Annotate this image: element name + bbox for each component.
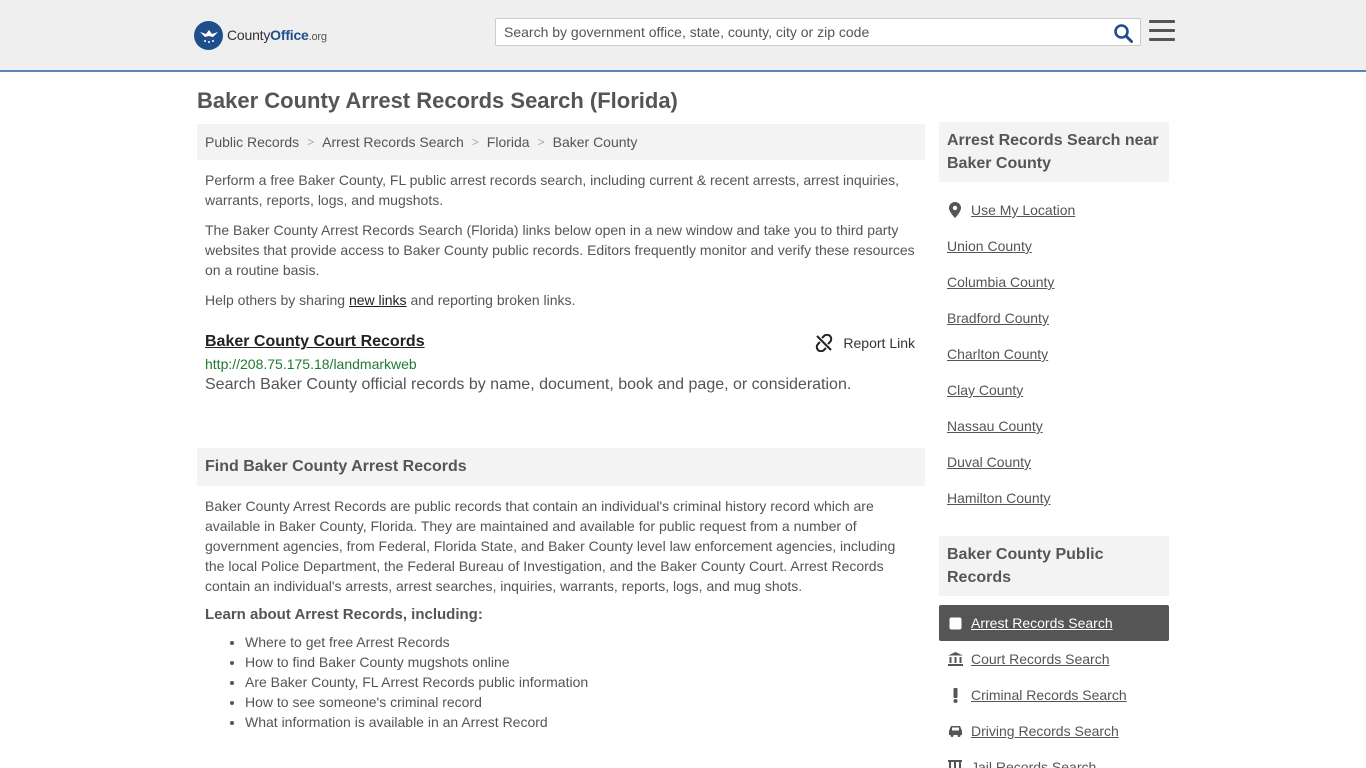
nearby-county-link[interactable]: Hamilton County — [947, 490, 1051, 506]
breadcrumb: Public Records > Arrest Records Search >… — [197, 124, 925, 160]
page-title: Baker County Arrest Records Search (Flor… — [197, 88, 678, 113]
list-item: Are Baker County, FL Arrest Records publ… — [245, 672, 925, 692]
nearby-county-item: Columbia County — [939, 264, 1169, 300]
breadcrumb-arrest-records-search[interactable]: Arrest Records Search — [322, 134, 464, 150]
nearby-county-link[interactable]: Union County — [947, 238, 1032, 254]
site-logo[interactable]: CountyOffice.org — [194, 20, 327, 50]
result-description: Search Baker County official records by … — [205, 376, 852, 393]
disclaimer-paragraph: The Baker County Arrest Records Search (… — [205, 222, 915, 278]
exclamation-icon — [947, 687, 963, 703]
nearby-county-item: Hamilton County — [939, 480, 1169, 516]
nearby-county-item: Charlton County — [939, 336, 1169, 372]
public-records-list: Arrest Records Search Court Records Sear… — [939, 605, 1169, 768]
nearby-county-item: Clay County — [939, 372, 1169, 408]
sidebar: Arrest Records Search near Baker County … — [939, 122, 1169, 768]
sidebar-item-label[interactable]: Court Records Search — [971, 651, 1110, 667]
sidebar-item-label[interactable]: Arrest Records Search — [971, 615, 1113, 631]
breadcrumb-florida[interactable]: Florida — [487, 134, 530, 150]
share-paragraph: Help others by sharing new links and rep… — [205, 292, 576, 308]
broken-link-icon — [816, 334, 833, 352]
find-section-heading: Find Baker County Arrest Records — [197, 448, 925, 486]
sidebar-item-label[interactable]: Driving Records Search — [971, 723, 1119, 739]
search-icon — [1113, 23, 1133, 43]
nearby-county-link[interactable]: Duval County — [947, 454, 1031, 470]
sidebar-item-court-records[interactable]: Court Records Search — [939, 641, 1169, 677]
nearby-county-item: Union County — [939, 228, 1169, 264]
jail-icon — [947, 760, 963, 768]
search-button[interactable] — [1112, 22, 1134, 44]
sidebar-item-label[interactable]: Criminal Records Search — [971, 687, 1127, 703]
public-records-heading: Baker County Public Records — [939, 536, 1169, 596]
sidebar-item-label[interactable]: Jail Records Search — [971, 759, 1096, 768]
courthouse-icon — [947, 652, 963, 666]
main-content: Public Records > Arrest Records Search >… — [197, 124, 925, 732]
result-url: http://208.75.175.18/landmarkweb — [205, 356, 417, 372]
nearby-county-link[interactable]: Columbia County — [947, 274, 1054, 290]
site-header: CountyOffice.org — [0, 0, 1366, 72]
nearby-list: Use My Location Union County Columbia Co… — [939, 192, 1169, 516]
nearby-heading: Arrest Records Search near Baker County — [939, 122, 1169, 182]
result-title-link[interactable]: Baker County Court Records — [205, 333, 425, 351]
search-input[interactable] — [496, 19, 1106, 45]
map-pin-icon — [947, 202, 963, 218]
use-location-item: Use My Location — [939, 192, 1169, 228]
nearby-county-link[interactable]: Bradford County — [947, 310, 1049, 326]
list-item: What information is available in an Arre… — [245, 712, 925, 732]
sidebar-item-jail-records[interactable]: Jail Records Search — [939, 749, 1169, 768]
sidebar-item-arrest-records[interactable]: Arrest Records Search — [939, 605, 1169, 641]
hamburger-menu-icon[interactable] — [1149, 19, 1175, 43]
car-icon — [947, 725, 963, 737]
nearby-county-item: Duval County — [939, 444, 1169, 480]
breadcrumb-separator: > — [307, 135, 315, 149]
result-item: Baker County Court Records Report Link h… — [197, 330, 925, 410]
sidebar-item-driving-records[interactable]: Driving Records Search — [939, 713, 1169, 749]
square-icon — [947, 617, 963, 630]
search-box — [495, 18, 1141, 46]
logo-eagle-icon — [194, 20, 223, 50]
find-section-body: Baker County Arrest Records are public r… — [205, 498, 896, 594]
sidebar-item-criminal-records[interactable]: Criminal Records Search — [939, 677, 1169, 713]
list-item: How to see someone's criminal record — [245, 692, 925, 712]
breadcrumb-baker-county[interactable]: Baker County — [553, 134, 638, 150]
nearby-county-item: Bradford County — [939, 300, 1169, 336]
use-my-location-link[interactable]: Use My Location — [971, 202, 1075, 218]
nearby-county-item: Nassau County — [939, 408, 1169, 444]
nearby-county-link[interactable]: Charlton County — [947, 346, 1048, 362]
nearby-county-link[interactable]: Nassau County — [947, 418, 1043, 434]
breadcrumb-public-records[interactable]: Public Records — [205, 134, 299, 150]
list-item: Where to get free Arrest Records — [245, 632, 925, 652]
learn-list: Where to get free Arrest Records How to … — [197, 632, 925, 732]
report-link-button[interactable]: Report Link — [815, 334, 915, 352]
intro-paragraph: Perform a free Baker County, FL public a… — [205, 172, 900, 208]
logo-text: CountyOffice.org — [227, 27, 327, 43]
breadcrumb-separator: > — [471, 135, 479, 149]
new-links-link[interactable]: new links — [349, 292, 407, 308]
breadcrumb-separator: > — [537, 135, 545, 149]
list-item: How to find Baker County mugshots online — [245, 652, 925, 672]
nearby-county-link[interactable]: Clay County — [947, 382, 1023, 398]
learn-heading: Learn about Arrest Records, including: — [205, 606, 483, 623]
